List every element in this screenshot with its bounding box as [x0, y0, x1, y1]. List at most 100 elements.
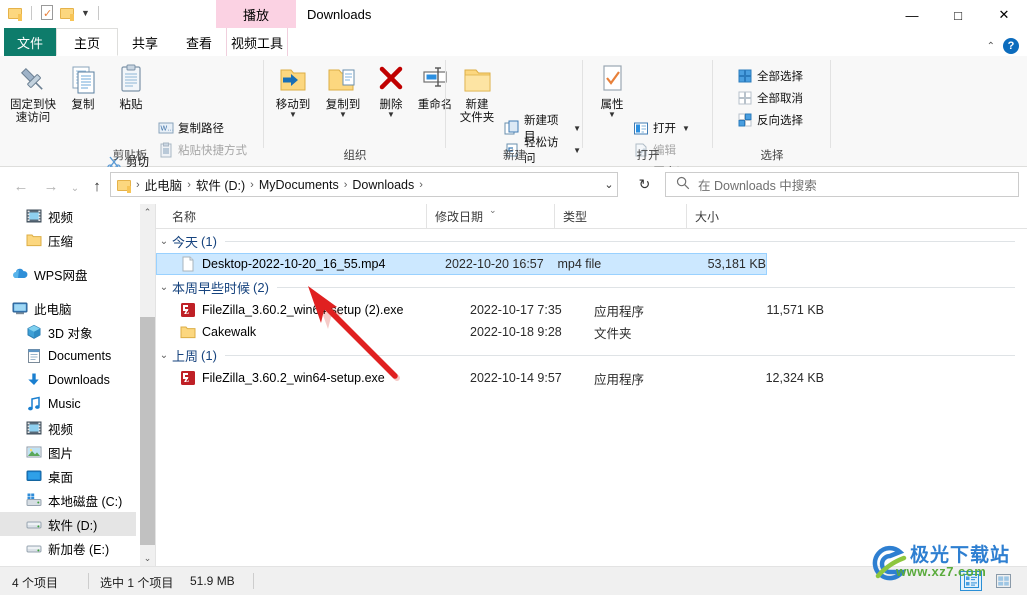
column-header-size[interactable]: 大小	[686, 204, 778, 228]
search-input[interactable]: 在 Downloads 中搜索	[698, 175, 817, 194]
sidebar-scrollbar[interactable]: ⌃ ⌄	[140, 204, 155, 566]
sidebar-item-videos[interactable]: 视频	[0, 416, 136, 440]
minimize-button[interactable]: —	[889, 0, 935, 30]
open-button[interactable]: 打开 ▼	[631, 118, 692, 138]
group-header-today[interactable]: ⌄ 今天 (1)	[156, 229, 1027, 253]
address-bar[interactable]: › 此电脑 › 软件 (D:) › MyDocuments › Download…	[110, 172, 618, 197]
sidebar-item-new-volume-e[interactable]: 新加卷 (E:)	[0, 536, 136, 560]
video-icon	[26, 208, 42, 224]
ribbon-group-new: 新建 文件夹 新建项目 ▼ 轻松访问 ▼ 新建	[446, 56, 583, 167]
table-row[interactable]: z FileZilla_3.60.2_win64-setup.exe 2022-…	[156, 367, 1027, 389]
sidebar-item-videos-top[interactable]: 视频	[0, 204, 136, 228]
close-button[interactable]: ✕	[981, 0, 1027, 30]
move-to-caret-icon[interactable]: ▼	[266, 111, 320, 119]
sidebar-scroll-thumb[interactable]	[140, 317, 155, 545]
sidebar-item-compressed[interactable]: 压缩	[0, 228, 136, 252]
tab-view[interactable]: 查看	[172, 28, 226, 56]
table-row[interactable]: Desktop-2022-10-20_16_55.mp4 2022-10-20 …	[156, 253, 767, 275]
sidebar-label: 此电脑	[34, 302, 72, 317]
breadcrumb-this-pc[interactable]: 此电脑	[142, 175, 186, 194]
filezilla-icon: z	[180, 302, 196, 318]
sidebar-item-desktop[interactable]: 桌面	[0, 464, 136, 488]
sidebar-item-music[interactable]: Music	[0, 392, 136, 416]
breadcrumb-drive-d[interactable]: 软件 (D:)	[193, 175, 248, 194]
collapse-ribbon-icon[interactable]: ⌃	[987, 41, 995, 52]
navigation-bar: ← → ⌄ ↑ › 此电脑 › 软件 (D:) › MyDocuments › …	[0, 167, 1027, 203]
back-button[interactable]: ←	[10, 175, 32, 197]
tab-video-tools[interactable]: 视频工具	[226, 28, 288, 56]
breadcrumb-mydocuments[interactable]: MyDocuments	[256, 178, 342, 192]
column-header-name[interactable]: 名称	[164, 204, 426, 228]
properties-button[interactable]: 属性 ▼	[585, 60, 639, 119]
new-folder-icon[interactable]	[60, 6, 75, 21]
file-date: 2022-10-18 9:28	[470, 325, 562, 339]
ribbon-tab-strip: 文件 主页 共享 查看 视频工具	[0, 28, 1027, 56]
scroll-up-icon[interactable]: ⌃	[140, 204, 155, 220]
maximize-button[interactable]: □	[935, 0, 981, 30]
table-row[interactable]: z FileZilla_3.60.2_win64-setup (2).exe 2…	[156, 299, 1027, 321]
group-header-earlier-this-week[interactable]: ⌄ 本周早些时候 (2)	[156, 275, 1027, 299]
group-count: (1)	[201, 233, 217, 249]
scroll-down-icon[interactable]: ⌄	[140, 550, 155, 566]
copy-button[interactable]: 复制	[56, 60, 110, 112]
chevron-down-icon[interactable]: ⌄	[156, 236, 172, 247]
column-header-type[interactable]: 类型	[554, 204, 686, 228]
forward-button[interactable]: →	[40, 175, 62, 197]
group-name: 本周早些时候	[172, 280, 251, 296]
contextual-tab-label[interactable]: 播放	[216, 0, 296, 28]
breadcrumb-downloads[interactable]: Downloads	[349, 178, 417, 192]
navigation-pane[interactable]: 视频 压缩 WPS网盘 此电脑 3D 对象 Documents Download…	[0, 204, 136, 566]
copy-to-caret-icon[interactable]: ▼	[316, 111, 370, 119]
group-header-last-week[interactable]: ⌄ 上周 (1)	[156, 343, 1027, 367]
sidebar-item-wps-cloud[interactable]: WPS网盘	[0, 262, 136, 286]
delete-caret-icon[interactable]: ▼	[364, 111, 418, 119]
large-icons-view-button[interactable]	[992, 571, 1014, 591]
new-item-caret-icon[interactable]: ▼	[573, 124, 581, 133]
address-dropdown-icon[interactable]: ⌄	[598, 172, 620, 197]
help-icon[interactable]: ?	[1003, 38, 1019, 54]
sidebar-item-documents[interactable]: Documents	[0, 344, 136, 368]
properties-icon[interactable]: ✓	[40, 5, 54, 20]
folder-icon[interactable]	[8, 6, 23, 21]
sidebar-item-software-d[interactable]: 软件 (D:)	[0, 512, 136, 536]
breadcrumb-sep-4[interactable]: ›	[417, 179, 425, 191]
copy-to-button[interactable]: 复制到 ▼	[316, 60, 370, 119]
breadcrumb-sep-1[interactable]: ›	[185, 179, 193, 191]
breadcrumb-sep-2[interactable]: ›	[248, 179, 256, 191]
pin-to-quick-access-button[interactable]: 固定到快 速访问	[6, 60, 60, 125]
tab-share[interactable]: 共享	[118, 28, 172, 56]
customize-caret-icon[interactable]: ▼	[81, 8, 90, 18]
table-row[interactable]: Cakewalk 2022-10-18 9:28 文件夹	[156, 321, 1027, 343]
move-to-button[interactable]: 移动到 ▼	[266, 60, 320, 119]
sidebar-item-local-disk-c[interactable]: 本地磁盘 (C:)	[0, 488, 136, 512]
new-folder-button[interactable]: 新建 文件夹	[450, 60, 504, 125]
breadcrumb-sep-3[interactable]: ›	[342, 179, 350, 191]
sidebar-item-this-pc[interactable]: 此电脑	[0, 296, 136, 320]
copy-path-button[interactable]: W… 复制路径	[156, 118, 226, 138]
file-list[interactable]: ⌄ 今天 (1) Desktop-2022-10-20_16_55.mp4 20…	[156, 229, 1027, 566]
column-header-date[interactable]: 修改日期 ⌄	[426, 204, 554, 228]
sidebar-item-3d-objects[interactable]: 3D 对象	[0, 320, 136, 344]
group-count: (2)	[253, 279, 269, 295]
select-none-button[interactable]: 全部取消	[735, 88, 805, 108]
chevron-down-icon[interactable]: ⌄	[156, 350, 172, 361]
file-size: 53,181 KB	[707, 257, 766, 271]
open-caret-icon[interactable]: ▼	[682, 124, 690, 133]
up-button[interactable]: ↑	[86, 175, 108, 197]
file-size: 12,324 KB	[765, 371, 824, 385]
video-icon	[26, 420, 42, 436]
invert-selection-button[interactable]: 反向选择	[735, 110, 805, 130]
group-name: 上周	[172, 348, 199, 364]
details-view-button[interactable]	[960, 571, 982, 591]
search-box[interactable]: 在 Downloads 中搜索	[665, 172, 1019, 197]
tab-file[interactable]: 文件	[4, 28, 56, 56]
paste-button[interactable]: 粘贴	[104, 60, 158, 112]
select-all-button[interactable]: 全部选择	[735, 66, 805, 86]
sidebar-item-downloads[interactable]: Downloads	[0, 368, 136, 392]
tab-home[interactable]: 主页	[56, 28, 118, 56]
sidebar-label: 3D 对象	[48, 326, 93, 341]
recent-locations-button[interactable]: ⌄	[64, 177, 86, 199]
sidebar-item-pictures[interactable]: 图片	[0, 440, 136, 464]
refresh-icon[interactable]: ↻	[632, 172, 657, 197]
chevron-down-icon[interactable]: ⌄	[156, 282, 172, 293]
